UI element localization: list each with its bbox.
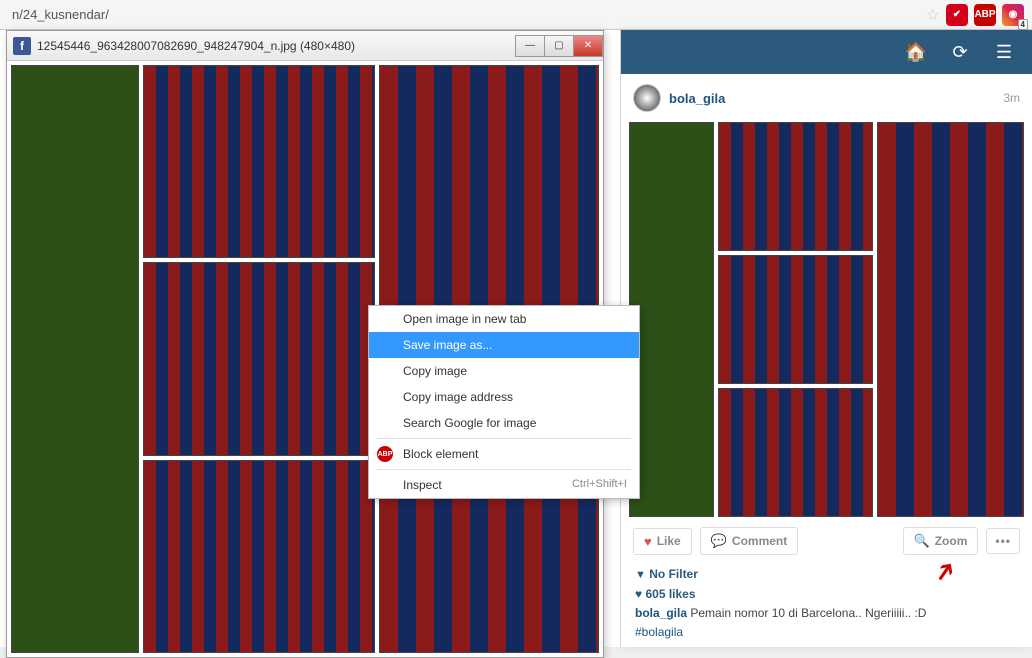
collage-photo — [143, 65, 375, 258]
caption-username[interactable]: bola_gila — [635, 606, 687, 620]
minimize-button[interactable]: — — [515, 35, 545, 57]
ctx-search-google[interactable]: Search Google for image — [369, 410, 639, 436]
hashtag[interactable]: #bolagila — [635, 625, 683, 639]
collage-photo — [718, 255, 873, 384]
more-button[interactable]: ••• — [986, 528, 1020, 554]
collage-photo — [629, 122, 714, 517]
bookmark-star-icon[interactable]: ☆ — [926, 5, 940, 25]
like-button[interactable]: ♥Like — [633, 528, 692, 555]
comment-button[interactable]: 💬Comment — [700, 527, 799, 555]
extension-badge: 4 — [1018, 19, 1028, 30]
search-icon: 🔍 — [914, 533, 930, 549]
ctx-separator — [377, 438, 631, 439]
abp-icon: ABP — [377, 446, 393, 462]
url-bar[interactable]: n/24_kusnendar/ — [8, 7, 926, 22]
likes-line[interactable]: ♥ 605 likes — [635, 585, 1018, 604]
filter-line[interactable]: ▼ No Filter — [635, 565, 1018, 585]
post-actions: ♥Like 💬Comment 🔍Zoom ••• — [621, 517, 1032, 565]
instagram-header: 🏠 ⟳ ☰ — [621, 30, 1032, 74]
zoom-button[interactable]: 🔍Zoom — [903, 527, 979, 555]
context-menu: Open image in new tab Save image as... C… — [368, 305, 640, 499]
window-title: 12545446_963428007082690_948247904_n.jpg… — [37, 39, 516, 53]
ctx-shortcut: Ctrl+Shift+I — [572, 478, 627, 492]
comment-icon: 💬 — [711, 533, 727, 549]
abp-extension-icon[interactable]: ABP — [974, 4, 996, 26]
avatar[interactable] — [633, 84, 661, 112]
facebook-icon: f — [13, 37, 31, 55]
heart-icon: ♥ — [644, 534, 652, 549]
ctx-separator — [377, 469, 631, 470]
maximize-button[interactable]: ▢ — [544, 35, 574, 57]
window-titlebar[interactable]: f 12545446_963428007082690_948247904_n.j… — [7, 31, 603, 61]
browser-toolbar: n/24_kusnendar/ ☆ ✔ ABP ◉ 4 — [0, 0, 1032, 30]
post-time: 3m — [1003, 91, 1020, 105]
instagram-panel: 🏠 ⟳ ☰ bola_gila 3m ♥Like 💬Comment — [620, 30, 1032, 647]
close-button[interactable]: ✕ — [573, 35, 603, 57]
post-image[interactable] — [629, 122, 1024, 517]
caption: bola_gila Pemain nomor 10 di Barcelona..… — [635, 604, 1018, 623]
avira-extension-icon[interactable]: ✔ — [946, 4, 968, 26]
funnel-icon: ▼ — [635, 569, 646, 581]
post-meta: ▼ No Filter ♥ 605 likes bola_gila Pemain… — [621, 565, 1032, 642]
instagram-extension-icon[interactable]: ◉ 4 — [1002, 4, 1024, 26]
left-pane: f 12545446_963428007082690_948247904_n.j… — [0, 30, 620, 647]
collage-photo — [877, 122, 1024, 517]
post-username[interactable]: bola_gila — [669, 91, 725, 106]
refresh-button[interactable]: ⟳ — [940, 34, 980, 70]
ctx-open-new-tab[interactable]: Open image in new tab — [369, 306, 639, 332]
ctx-inspect[interactable]: Inspect Ctrl+Shift+I — [369, 472, 639, 498]
heart-icon: ♥ — [635, 587, 642, 601]
ctx-copy-image[interactable]: Copy image — [369, 358, 639, 384]
ctx-copy-address[interactable]: Copy image address — [369, 384, 639, 410]
home-button[interactable]: 🏠 — [896, 34, 936, 70]
ctx-save-image-as[interactable]: Save image as... — [369, 332, 639, 358]
collage-photo — [143, 460, 375, 653]
menu-button[interactable]: ☰ — [984, 34, 1024, 70]
ctx-block-element[interactable]: ABP Block element — [369, 441, 639, 467]
post-header: bola_gila 3m — [621, 74, 1032, 122]
collage-photo — [718, 122, 873, 251]
collage-photo — [718, 388, 873, 517]
collage-photo — [143, 262, 375, 455]
collage-photo — [11, 65, 139, 653]
